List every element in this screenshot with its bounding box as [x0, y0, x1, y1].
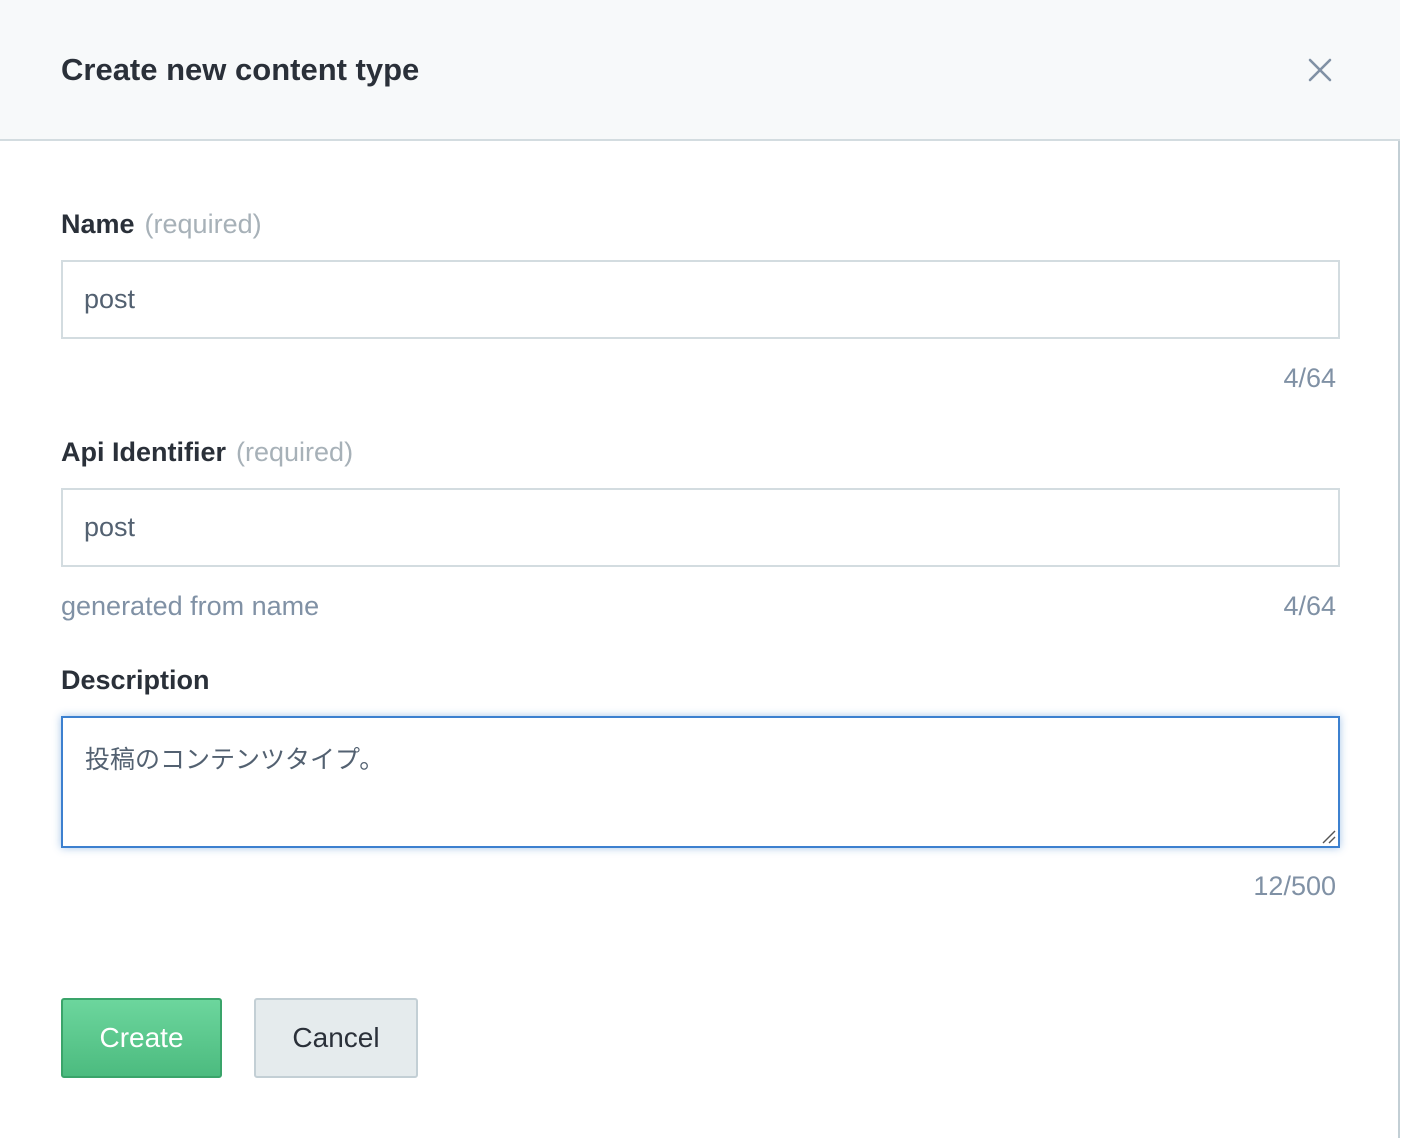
api-identifier-char-counter: 4/64: [1283, 591, 1336, 621]
create-content-type-modal: Create new content type Name (required) 4…: [0, 0, 1400, 1138]
name-label-text: Name: [61, 209, 135, 239]
resize-handle-icon[interactable]: [1320, 828, 1336, 844]
description-char-counter: 12/500: [1253, 871, 1336, 901]
create-button[interactable]: Create: [61, 998, 222, 1078]
modal-header: Create new content type: [0, 0, 1400, 141]
api-identifier-input[interactable]: [61, 488, 1340, 567]
description-textarea[interactable]: 投稿のコンテンツタイプ。: [63, 718, 1338, 846]
description-label-text: Description: [61, 665, 210, 695]
name-required-hint: (required): [144, 209, 262, 239]
close-button[interactable]: [1300, 50, 1340, 90]
cancel-button[interactable]: Cancel: [254, 998, 418, 1078]
name-label: Name (required): [61, 207, 262, 241]
name-char-counter: 4/64: [1283, 363, 1336, 393]
api-identifier-hint: generated from name: [61, 591, 320, 621]
api-identifier-required-hint: (required): [236, 437, 354, 467]
description-label: Description: [61, 663, 210, 697]
api-identifier-label: Api Identifier (required): [61, 435, 353, 469]
close-icon: [1308, 58, 1332, 82]
api-identifier-label-text: Api Identifier: [61, 437, 227, 467]
name-input[interactable]: [61, 260, 1340, 339]
modal-title: Create new content type: [61, 52, 420, 87]
description-textarea-wrapper: 投稿のコンテンツタイプ。: [61, 716, 1340, 848]
